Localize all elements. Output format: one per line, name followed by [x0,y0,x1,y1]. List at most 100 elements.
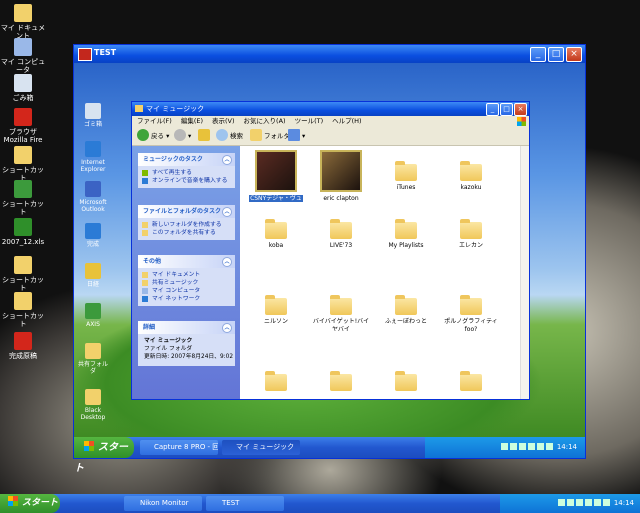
menu-help[interactable]: ヘルプ(H) [332,117,361,125]
chevron-up-icon[interactable]: ︿ [222,257,232,267]
explorer-title-bar[interactable]: マイ ミュージック _ □ × [132,102,529,116]
details-date: 更新日時: 2007年8月24日、9:02 [144,354,234,360]
chevron-up-icon[interactable]: ︿ [222,207,232,217]
file-item[interactable]: CSNYデジャ・ヴュ [246,150,306,203]
desktop-icon[interactable]: ごみ箱 [0,74,46,102]
tray-icon[interactable] [527,443,535,450]
file-item[interactable]: koba [246,219,306,250]
file-item-label: koba [268,242,284,249]
tray-icon[interactable] [593,499,601,506]
forward-button[interactable]: ▾ [174,127,191,145]
desktop-icon[interactable]: 2007_12.xls [0,218,46,246]
file-item[interactable]: My Playlists [376,219,436,250]
tray-icon[interactable] [602,499,610,506]
details-header[interactable]: 詳細 ︿ [138,321,235,334]
desktop-icon[interactable]: マイ ドキュメント [0,4,46,40]
file-item[interactable]: バイバイゲット!バイヤバイ [311,295,371,334]
file-item[interactable] [376,371,436,394]
desktop-icon[interactable]: ショートカット [0,180,46,216]
tray-icon[interactable] [575,499,583,506]
folders-button[interactable]: フォルダ [250,127,290,145]
up-folder-button[interactable] [198,127,212,145]
file-tasks-header[interactable]: ファイルとフォルダのタスク ︿ [138,205,235,218]
desktop-icon[interactable]: 完成原稿 [0,332,46,360]
file-item[interactable] [441,371,501,394]
vm-task-capture[interactable]: Capture 8 PRO - 回... [140,440,218,455]
vm-desktop-icon[interactable]: 日経 [76,263,110,288]
vertical-scrollbar[interactable] [520,146,529,399]
desktop-icon-label: ごみ箱 [12,94,34,102]
desktop-icon[interactable]: ショートカット [0,292,46,328]
vm-desktop-icon-label: Black Desktop [80,407,106,421]
tray-icon[interactable] [545,443,553,450]
file-item[interactable]: ふぇーぼわっと [376,295,436,326]
tray-icon[interactable] [509,443,517,450]
tray-icon[interactable] [557,499,565,506]
desktop-icon[interactable]: マイ コンピュータ [0,38,46,74]
search-button[interactable]: 検索 [216,127,243,145]
new-folder-link[interactable]: 新しいフォルダを作成する [138,221,235,229]
minimize-button[interactable]: _ [530,47,546,62]
share-folder-link[interactable]: このフォルダを共有する [138,229,235,237]
vm-desktop-icon[interactable]: 共有フォルダ [76,343,110,375]
host-task-nikon-monitor[interactable]: Nikon Monitor [124,496,202,511]
vm-desktop-icon[interactable]: ゴミ箱 [76,103,110,128]
explorer-minimize-button[interactable]: _ [486,103,499,116]
my-documents-link[interactable]: マイ ドキュメント [138,271,235,279]
tray-icon[interactable] [536,443,544,450]
explorer-maximize-button[interactable]: □ [500,103,513,116]
file-item[interactable]: eric clapton [311,150,371,203]
chevron-up-icon[interactable]: ︿ [222,323,232,333]
play-all-link[interactable]: すべて再生する [138,169,235,177]
vm-title-bar[interactable]: TEST _ □ × [74,45,585,63]
menu-edit[interactable]: 編集(E) [181,117,203,125]
vm-desktop-icon[interactable]: Microsoft Outlook [76,181,110,213]
close-button[interactable]: × [566,47,582,62]
desktop-icon[interactable]: ショートカット [0,256,46,292]
tray-icon[interactable] [500,443,508,450]
vm-desktop-icon[interactable]: Black Desktop [76,389,110,421]
music-tasks-title: ミュージックのタスク [143,156,203,163]
folders-icon [250,129,262,141]
tray-icon[interactable] [518,443,526,450]
file-item[interactable]: LIVE'73 [311,219,371,250]
my-computer-link[interactable]: マイ コンピュータ [138,287,235,295]
menu-tools[interactable]: ツール(T) [295,117,324,125]
file-item-label: iTunes [396,184,416,191]
menu-favorites[interactable]: お気に入り(A) [244,117,286,125]
vm-desktop-icon[interactable]: AXIS [76,303,110,328]
back-button[interactable]: 戻る ▾ [137,127,169,145]
views-button[interactable]: ▾ [288,127,305,145]
desktop-icon[interactable]: ショートカット [0,146,46,182]
menu-view[interactable]: 表示(V) [212,117,235,125]
file-item-label: エレカン [458,242,483,249]
tray-icon[interactable] [566,499,574,506]
vm-desktop-icon[interactable]: Internet Explorer [76,141,110,173]
host-start-button[interactable]: スタート [0,494,60,513]
file-item[interactable] [311,371,371,394]
host-task-test[interactable]: TEST [206,496,284,511]
buy-music-link[interactable]: オンラインで音楽を購入する [138,177,235,185]
file-item[interactable]: iTunes [376,150,436,192]
vm-task-my-music[interactable]: マイ ミュージック [222,440,300,455]
explorer-close-button[interactable]: × [514,103,527,116]
vm-start-button[interactable]: スタート [74,437,134,474]
explorer-window[interactable]: マイ ミュージック _ □ × ファイル(F) 編集(E) 表示(V) お気に入り(A… [131,101,530,400]
other-places-header[interactable]: その他 ︿ [138,255,235,268]
file-item[interactable]: ポルノグラフィティfoo? [441,295,501,334]
desktop-icon[interactable]: ブラウザ Mozilla Fire [0,108,46,144]
music-tasks-header[interactable]: ミュージックのタスク ︿ [138,153,235,166]
shared-music-link[interactable]: 共有ミュージック [138,279,235,287]
file-item[interactable] [246,371,306,394]
file-item[interactable]: kazoku [441,150,501,192]
vm-taskbar: スタート Capture 8 PRO - 回... マイ ミュージック 14:1… [74,437,585,474]
vm-desktop-icon[interactable]: 完成 [76,223,110,248]
my-network-link[interactable]: マイ ネットワーク [138,295,235,303]
vm-desktop-icon-label: 日経 [86,281,99,288]
tray-icon[interactable] [584,499,592,506]
chevron-up-icon[interactable]: ︿ [222,155,232,165]
file-item[interactable]: エレカン [441,219,501,250]
menu-file[interactable]: ファイル(F) [137,117,172,125]
file-item[interactable]: ニルソン [246,295,306,326]
maximize-button[interactable]: □ [548,47,564,62]
